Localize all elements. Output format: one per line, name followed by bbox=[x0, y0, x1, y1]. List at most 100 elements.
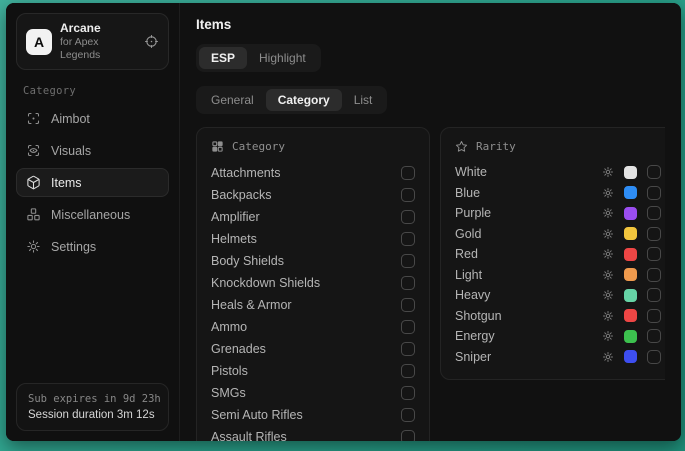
rarity-settings-gear-icon[interactable] bbox=[602, 187, 614, 199]
category-checkbox[interactable] bbox=[401, 276, 415, 290]
app-window: A Arcane for Apex Legends Category Aimbo… bbox=[6, 3, 681, 441]
rarity-row: Red bbox=[455, 244, 661, 265]
category-checkbox[interactable] bbox=[401, 386, 415, 400]
sidebar-item-settings[interactable]: Settings bbox=[16, 232, 169, 261]
category-checkbox[interactable] bbox=[401, 342, 415, 356]
rarity-settings-gear-icon[interactable] bbox=[602, 228, 614, 240]
rarity-panel-title: Rarity bbox=[476, 140, 516, 153]
category-row-label: Grenades bbox=[211, 342, 266, 356]
brand-text: Arcane for Apex Legends bbox=[60, 21, 136, 62]
category-row-label: Body Shields bbox=[211, 254, 284, 268]
tab-bar: GeneralCategoryList bbox=[196, 86, 387, 114]
category-panel-header: Category bbox=[211, 140, 415, 153]
page-title: Items bbox=[196, 17, 665, 32]
category-row: Pistols bbox=[211, 360, 415, 382]
sidebar-item-aimbot[interactable]: Aimbot bbox=[16, 104, 169, 133]
sidebar-item-items[interactable]: Items bbox=[16, 168, 169, 197]
rarity-color-swatch[interactable] bbox=[624, 289, 637, 302]
rarity-row-label: Light bbox=[455, 268, 592, 282]
rarity-color-swatch[interactable] bbox=[624, 350, 637, 363]
session-duration-text: Session duration 3m 12s bbox=[28, 409, 157, 421]
rarity-color-swatch[interactable] bbox=[624, 268, 637, 281]
mode-toggle: ESPHighlight bbox=[196, 44, 321, 72]
rarity-row: Heavy bbox=[455, 285, 661, 306]
rarity-settings-gear-icon[interactable] bbox=[602, 289, 614, 301]
app-subtitle: for Apex Legends bbox=[60, 36, 136, 62]
category-row: Assault Rifles bbox=[211, 426, 415, 441]
rarity-settings-gear-icon[interactable] bbox=[602, 269, 614, 281]
category-row-label: Helmets bbox=[211, 232, 257, 246]
crosshair-icon[interactable] bbox=[144, 34, 159, 49]
sidebar-item-miscellaneous[interactable]: Miscellaneous bbox=[16, 200, 169, 229]
tab-category[interactable]: Category bbox=[266, 89, 342, 111]
category-row: Attachments bbox=[211, 162, 415, 184]
brand-card: A Arcane for Apex Legends bbox=[16, 13, 169, 70]
category-row-label: Assault Rifles bbox=[211, 430, 287, 441]
category-row-label: Pistols bbox=[211, 364, 248, 378]
rarity-row-label: Red bbox=[455, 247, 592, 261]
rarity-checkbox[interactable] bbox=[647, 288, 661, 302]
rarity-color-swatch[interactable] bbox=[624, 309, 637, 322]
sidebar: A Arcane for Apex Legends Category Aimbo… bbox=[6, 3, 180, 441]
rarity-checkbox[interactable] bbox=[647, 165, 661, 179]
sub-expires-text: Sub expires in 9d 23h bbox=[28, 393, 157, 405]
rarity-checkbox[interactable] bbox=[647, 268, 661, 282]
rarity-rows: White Blue Purple bbox=[455, 162, 661, 367]
rarity-settings-gear-icon[interactable] bbox=[602, 166, 614, 178]
category-row: Body Shields bbox=[211, 250, 415, 272]
category-checkbox[interactable] bbox=[401, 254, 415, 268]
rarity-row: Energy bbox=[455, 326, 661, 347]
rarity-settings-gear-icon[interactable] bbox=[602, 248, 614, 260]
category-row: SMGs bbox=[211, 382, 415, 404]
category-rows: Attachments Backpacks Amplifier Helmets … bbox=[211, 162, 415, 441]
gear-icon bbox=[26, 239, 41, 254]
rarity-checkbox[interactable] bbox=[647, 309, 661, 323]
rarity-checkbox[interactable] bbox=[647, 350, 661, 364]
category-row-label: Ammo bbox=[211, 320, 247, 334]
category-checkbox[interactable] bbox=[401, 408, 415, 422]
rarity-checkbox[interactable] bbox=[647, 186, 661, 200]
app-logo: A bbox=[26, 29, 52, 55]
category-checkbox[interactable] bbox=[401, 166, 415, 180]
tab-general[interactable]: General bbox=[199, 89, 266, 111]
rarity-row: Light bbox=[455, 265, 661, 286]
sidebar-item-label: Visuals bbox=[51, 144, 91, 158]
category-row: Heals & Armor bbox=[211, 294, 415, 316]
boxes-icon bbox=[26, 207, 41, 222]
rarity-checkbox[interactable] bbox=[647, 206, 661, 220]
rarity-settings-gear-icon[interactable] bbox=[602, 330, 614, 342]
rarity-color-swatch[interactable] bbox=[624, 186, 637, 199]
category-row-label: Heals & Armor bbox=[211, 298, 292, 312]
category-checkbox[interactable] bbox=[401, 210, 415, 224]
sidebar-item-label: Settings bbox=[51, 240, 96, 254]
tab-list[interactable]: List bbox=[342, 89, 385, 111]
sidebar-item-visuals[interactable]: Visuals bbox=[16, 136, 169, 165]
rarity-color-swatch[interactable] bbox=[624, 207, 637, 220]
category-checkbox[interactable] bbox=[401, 298, 415, 312]
rarity-row-label: White bbox=[455, 165, 592, 179]
scan-eye-icon bbox=[26, 143, 41, 158]
category-checkbox[interactable] bbox=[401, 430, 415, 441]
category-checkbox[interactable] bbox=[401, 232, 415, 246]
rarity-settings-gear-icon[interactable] bbox=[602, 351, 614, 363]
mode-option-esp[interactable]: ESP bbox=[199, 47, 247, 69]
category-checkbox[interactable] bbox=[401, 364, 415, 378]
rarity-checkbox[interactable] bbox=[647, 329, 661, 343]
rarity-color-swatch[interactable] bbox=[624, 227, 637, 240]
category-checkbox[interactable] bbox=[401, 188, 415, 202]
crosshair-focus-icon bbox=[26, 111, 41, 126]
rarity-checkbox[interactable] bbox=[647, 227, 661, 241]
rarity-color-swatch[interactable] bbox=[624, 248, 637, 261]
category-checkbox[interactable] bbox=[401, 320, 415, 334]
rarity-panel: Rarity White Blue Purple bbox=[440, 127, 665, 380]
rarity-checkbox[interactable] bbox=[647, 247, 661, 261]
rarity-color-swatch[interactable] bbox=[624, 166, 637, 179]
sidebar-section-label: Category bbox=[23, 85, 162, 97]
sidebar-item-label: Aimbot bbox=[51, 112, 90, 126]
category-row: Amplifier bbox=[211, 206, 415, 228]
mode-option-highlight[interactable]: Highlight bbox=[247, 47, 318, 69]
rarity-settings-gear-icon[interactable] bbox=[602, 207, 614, 219]
rarity-settings-gear-icon[interactable] bbox=[602, 310, 614, 322]
rarity-color-swatch[interactable] bbox=[624, 330, 637, 343]
rarity-row-label: Shotgun bbox=[455, 309, 592, 323]
